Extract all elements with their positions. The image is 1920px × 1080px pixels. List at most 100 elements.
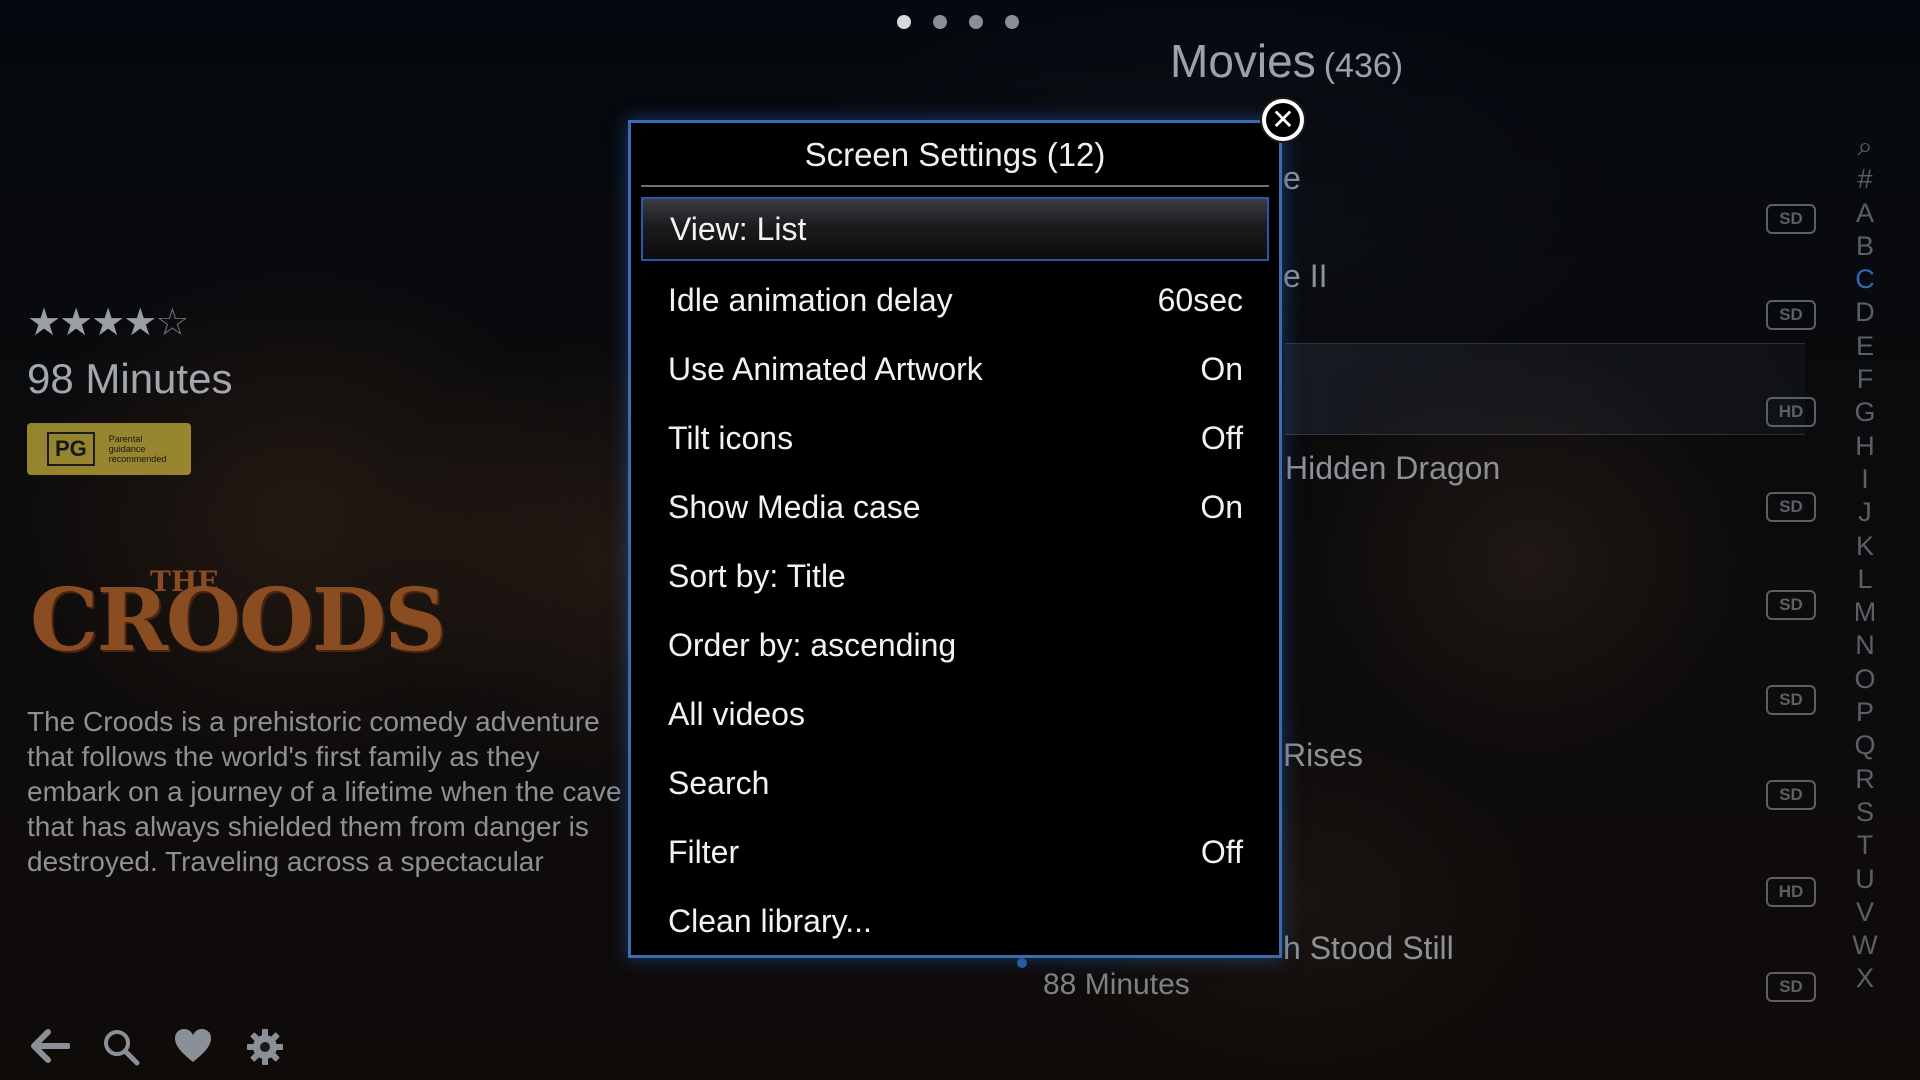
menu-item-label: Use Animated Artwork bbox=[668, 351, 983, 387]
quality-badge: SD bbox=[1766, 492, 1816, 522]
classification-code: PG bbox=[47, 432, 95, 466]
menu-item-value: On bbox=[1200, 489, 1243, 525]
alpha-letter[interactable]: R bbox=[1852, 763, 1878, 796]
alpha-letter[interactable]: Q bbox=[1852, 729, 1878, 762]
star-empty-icon: ☆ bbox=[155, 302, 189, 344]
menu-item-label: Sort by: Title bbox=[668, 558, 846, 594]
menu-item-all-videos[interactable]: All videos bbox=[641, 680, 1269, 749]
quality-badge: HD bbox=[1766, 397, 1816, 427]
quality-badge: SD bbox=[1766, 590, 1816, 620]
quality-badge: HD bbox=[1766, 877, 1816, 907]
runtime: 98 Minutes bbox=[27, 355, 233, 402]
dialog-title: Screen Settings (12) bbox=[641, 123, 1269, 187]
alpha-letter[interactable]: E bbox=[1852, 330, 1878, 363]
quality-badge: SD bbox=[1766, 780, 1816, 810]
alpha-letter[interactable]: O bbox=[1852, 663, 1878, 696]
alpha-letter[interactable]: B bbox=[1852, 230, 1878, 263]
classification-badge: PG Parental guidance recommended bbox=[27, 423, 191, 475]
menu-item-label: Clean library... bbox=[668, 903, 872, 939]
menu-item-label: Search bbox=[668, 765, 770, 801]
menu-item-label: Order by: ascending bbox=[668, 627, 957, 663]
star-filled-icon: ★ bbox=[123, 302, 157, 344]
menu-item-label: Idle animation delay bbox=[668, 282, 953, 318]
menu-item-clean-library[interactable]: Clean library... bbox=[641, 887, 1269, 956]
alpha-letter[interactable]: H bbox=[1852, 430, 1878, 463]
star-filled-icon: ★ bbox=[27, 302, 61, 344]
movie-logo: CROODS bbox=[30, 570, 446, 671]
alphabet-jump-bar: ⌕ # A B C D E F G H I J K L M N O P Q R … bbox=[1852, 130, 1878, 996]
alpha-letter[interactable]: G bbox=[1852, 396, 1878, 429]
close-button[interactable]: ✕ bbox=[1260, 97, 1306, 143]
menu-item-idle-animation-delay[interactable]: Idle animation delay 60sec bbox=[641, 266, 1269, 335]
alpha-letter[interactable]: M bbox=[1852, 596, 1878, 629]
alpha-search-icon[interactable]: ⌕ bbox=[1852, 130, 1878, 163]
menu-item-label: Show Media case bbox=[668, 489, 921, 525]
plot-text: The Croods is a prehistoric comedy adven… bbox=[27, 706, 622, 884]
page-dot[interactable] bbox=[897, 15, 911, 29]
alpha-letter[interactable]: V bbox=[1852, 896, 1878, 929]
quality-badge: SD bbox=[1766, 972, 1816, 1002]
menu-item-value: Off bbox=[1200, 420, 1243, 456]
alpha-letter[interactable]: T bbox=[1852, 829, 1878, 862]
quality-badge: SD bbox=[1766, 300, 1816, 330]
list-item[interactable]: Rises bbox=[1283, 737, 1363, 774]
list-highlight bbox=[1285, 343, 1805, 435]
page-indicator bbox=[897, 15, 1019, 29]
menu-item-value: 60sec bbox=[1157, 282, 1243, 318]
list-item[interactable]: Hidden Dragon bbox=[1285, 450, 1500, 487]
star-filled-icon: ★ bbox=[59, 302, 93, 344]
heart-icon[interactable] bbox=[174, 1028, 211, 1064]
list-item[interactable]: e II bbox=[1283, 258, 1327, 295]
alpha-letter[interactable]: F bbox=[1852, 363, 1878, 396]
settings-menu: View: List Idle animation delay 60sec Us… bbox=[641, 197, 1269, 956]
bottom-toolbar bbox=[30, 1028, 283, 1066]
classification-caption: Parental guidance recommended bbox=[108, 434, 167, 464]
gear-icon[interactable] bbox=[246, 1028, 283, 1065]
alpha-letter[interactable]: S bbox=[1852, 796, 1878, 829]
page-dot[interactable] bbox=[933, 15, 947, 29]
star-filled-icon: ★ bbox=[91, 302, 125, 344]
alpha-letter[interactable]: U bbox=[1852, 863, 1878, 896]
alpha-letter[interactable]: # bbox=[1852, 163, 1878, 196]
menu-item-label: View: List bbox=[670, 210, 807, 247]
alpha-letter[interactable]: P bbox=[1852, 696, 1878, 729]
list-marker bbox=[1017, 958, 1027, 968]
menu-item-value: On bbox=[1200, 351, 1243, 387]
quality-badge: SD bbox=[1766, 685, 1816, 715]
alpha-letter[interactable]: A bbox=[1852, 197, 1878, 230]
search-icon[interactable] bbox=[102, 1028, 140, 1066]
alpha-letter[interactable]: L bbox=[1852, 563, 1878, 596]
alpha-letter[interactable]: K bbox=[1852, 530, 1878, 563]
alpha-letter[interactable]: D bbox=[1852, 296, 1878, 329]
alpha-letter[interactable]: W bbox=[1852, 929, 1878, 962]
back-arrow-icon[interactable] bbox=[30, 1028, 71, 1064]
menu-item-value: Off bbox=[1200, 834, 1243, 870]
alpha-letter[interactable]: I bbox=[1852, 463, 1878, 496]
alpha-letter[interactable]: N bbox=[1852, 629, 1878, 662]
menu-item-order-by[interactable]: Order by: ascending bbox=[641, 611, 1269, 680]
alpha-letter[interactable]: X bbox=[1852, 962, 1878, 995]
menu-item-label: Tilt icons bbox=[668, 420, 794, 456]
menu-item-search[interactable]: Search bbox=[641, 749, 1269, 818]
page-dot[interactable] bbox=[1005, 15, 1019, 29]
section-title: Movies (436) bbox=[1170, 34, 1403, 88]
menu-item-show-media-case[interactable]: Show Media case On bbox=[641, 473, 1269, 542]
section-title-text: Movies bbox=[1170, 35, 1316, 87]
list-item-runtime: 88 Minutes bbox=[1043, 968, 1190, 1001]
close-icon: ✕ bbox=[1266, 103, 1300, 137]
menu-item-view[interactable]: View: List bbox=[641, 197, 1269, 261]
menu-item-tilt-icons[interactable]: Tilt icons Off bbox=[641, 404, 1269, 473]
alpha-letter[interactable]: J bbox=[1852, 496, 1878, 529]
page-dot[interactable] bbox=[969, 15, 983, 29]
list-item[interactable]: h Stood Still bbox=[1283, 930, 1454, 967]
menu-item-filter[interactable]: Filter Off bbox=[641, 818, 1269, 887]
screen-settings-dialog: Screen Settings (12) View: List Idle ani… bbox=[628, 120, 1282, 958]
menu-item-use-animated-artwork[interactable]: Use Animated Artwork On bbox=[641, 335, 1269, 404]
menu-item-label: All videos bbox=[668, 696, 805, 732]
alpha-letter-current[interactable]: C bbox=[1852, 263, 1878, 296]
menu-item-label: Filter bbox=[668, 834, 740, 870]
list-item[interactable]: e bbox=[1283, 160, 1301, 197]
star-rating: ★★★★☆ bbox=[27, 300, 189, 345]
menu-item-sort-by[interactable]: Sort by: Title bbox=[641, 542, 1269, 611]
quality-badge: SD bbox=[1766, 204, 1816, 234]
